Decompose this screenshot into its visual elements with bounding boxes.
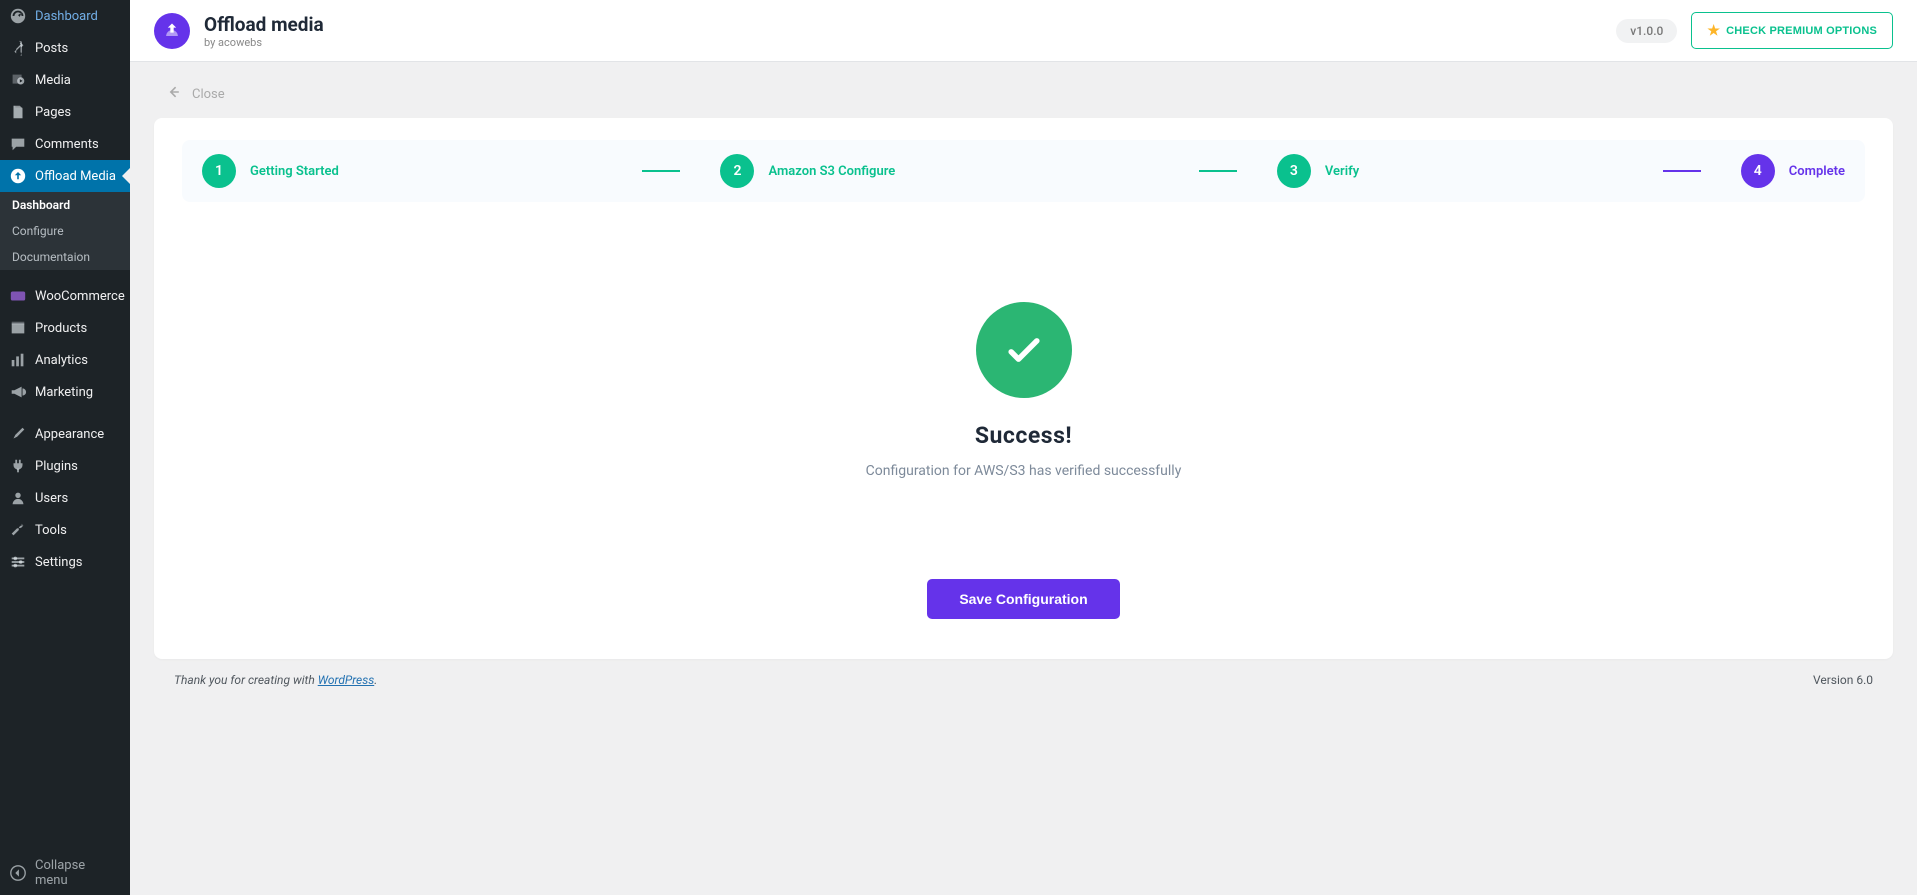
users-icon [9, 489, 27, 507]
sidebar-item-woocommerce[interactable]: WooCommerce [0, 280, 130, 312]
megaphone-icon [9, 383, 27, 401]
step-amazon-s3: 2 Amazon S3 Configure [642, 154, 895, 188]
sidebar-item-media[interactable]: Media [0, 64, 130, 96]
step-number: 2 [720, 154, 754, 188]
sidebar-item-posts[interactable]: Posts [0, 32, 130, 64]
analytics-icon [9, 351, 27, 369]
collapse-icon [9, 864, 27, 882]
plugin-topbar: Offload media by acowebs v1.0.0 ★ CHECK … [130, 0, 1917, 62]
step-connector [642, 170, 680, 172]
step-connector [1663, 170, 1701, 172]
premium-label: CHECK PREMIUM OPTIONS [1726, 25, 1877, 37]
media-icon [9, 71, 27, 89]
wizard-card: 1 Getting Started 2 Amazon S3 Configure … [154, 118, 1893, 659]
success-subtitle: Configuration for AWS/S3 has verified su… [182, 463, 1865, 479]
products-icon [9, 319, 27, 337]
version-pill: v1.0.0 [1616, 19, 1677, 43]
step-getting-started: 1 Getting Started [202, 154, 339, 188]
step-label: Getting Started [250, 164, 339, 179]
sidebar-item-pages[interactable]: Pages [0, 96, 130, 128]
wp-footer: Thank you for creating with WordPress. V… [154, 659, 1893, 701]
step-verify: 3 Verify [1199, 154, 1359, 188]
wp-admin-sidebar: Dashboard Posts Media Pages Comments Off… [0, 0, 130, 895]
step-label: Verify [1325, 164, 1359, 179]
footer-version: Version 6.0 [1813, 673, 1873, 687]
sidebar-item-label: Products [35, 321, 87, 336]
sidebar-item-dashboard[interactable]: Dashboard [0, 0, 130, 32]
sidebar-item-users[interactable]: Users [0, 482, 130, 514]
step-label: Amazon S3 Configure [768, 164, 895, 179]
footer-thank-you: Thank you for creating with WordPress. [174, 673, 377, 687]
sidebar-item-label: Tools [35, 523, 67, 538]
sidebar-item-label: Marketing [35, 385, 93, 400]
sidebar-item-label: Analytics [35, 353, 88, 368]
sidebar-item-label: Offload Media [35, 169, 116, 184]
sidebar-item-comments[interactable]: Comments [0, 128, 130, 160]
step-connector [1199, 170, 1237, 172]
success-title: Success! [182, 422, 1865, 449]
sidebar-item-label: Comments [35, 137, 99, 152]
sidebar-sub-configure[interactable]: Configure [0, 218, 130, 244]
star-icon: ★ [1707, 22, 1720, 39]
wizard-stepper: 1 Getting Started 2 Amazon S3 Configure … [182, 140, 1865, 202]
sidebar-item-label: Pages [35, 105, 71, 120]
step-number: 1 [202, 154, 236, 188]
brand-subtitle: by acowebs [204, 36, 324, 49]
sidebar-item-label: Collapse menu [35, 858, 121, 888]
sidebar-item-label: Appearance [35, 427, 104, 442]
page-icon [9, 103, 27, 121]
wordpress-link[interactable]: WordPress [318, 673, 375, 687]
sidebar-item-label: Media [35, 73, 71, 88]
sidebar-item-label: Settings [35, 555, 82, 570]
sidebar-item-label: Dashboard [35, 9, 98, 24]
sidebar-sub-documentation[interactable]: Documentaion [0, 244, 130, 270]
sidebar-item-offload-media[interactable]: Offload Media [0, 160, 130, 192]
sidebar-item-analytics[interactable]: Analytics [0, 344, 130, 376]
save-configuration-button[interactable]: Save Configuration [927, 579, 1119, 619]
brand-badge-icon [154, 13, 190, 49]
success-check-icon [976, 302, 1072, 398]
sidebar-item-label: Users [35, 491, 68, 506]
pin-icon [9, 39, 27, 57]
sidebar-item-label: WooCommerce [35, 289, 125, 304]
woo-icon [9, 287, 27, 305]
sidebar-item-products[interactable]: Products [0, 312, 130, 344]
check-premium-button[interactable]: ★ CHECK PREMIUM OPTIONS [1691, 12, 1893, 49]
settings-icon [9, 553, 27, 571]
wrench-icon [9, 521, 27, 539]
sidebar-item-marketing[interactable]: Marketing [0, 376, 130, 408]
brand-title: Offload media [204, 13, 324, 36]
brush-icon [9, 425, 27, 443]
sidebar-item-tools[interactable]: Tools [0, 514, 130, 546]
sidebar-sub-dashboard[interactable]: Dashboard [0, 192, 130, 218]
sidebar-item-appearance[interactable]: Appearance [0, 418, 130, 450]
plug-icon [9, 457, 27, 475]
step-label: Complete [1789, 164, 1845, 179]
sidebar-item-label: Plugins [35, 459, 78, 474]
arrow-left-icon [166, 84, 182, 104]
gauge-icon [9, 7, 27, 25]
sidebar-item-label: Posts [35, 41, 68, 56]
comment-icon [9, 135, 27, 153]
close-label: Close [192, 87, 225, 102]
step-complete: 4 Complete [1663, 154, 1845, 188]
sidebar-submenu: Dashboard Configure Documentaion [0, 192, 130, 270]
sidebar-item-plugins[interactable]: Plugins [0, 450, 130, 482]
step-number: 3 [1277, 154, 1311, 188]
sidebar-item-collapse[interactable]: Collapse menu [0, 851, 130, 895]
close-button[interactable]: Close [154, 80, 237, 118]
upload-icon [9, 167, 27, 185]
sidebar-item-settings[interactable]: Settings [0, 546, 130, 578]
step-number: 4 [1741, 154, 1775, 188]
